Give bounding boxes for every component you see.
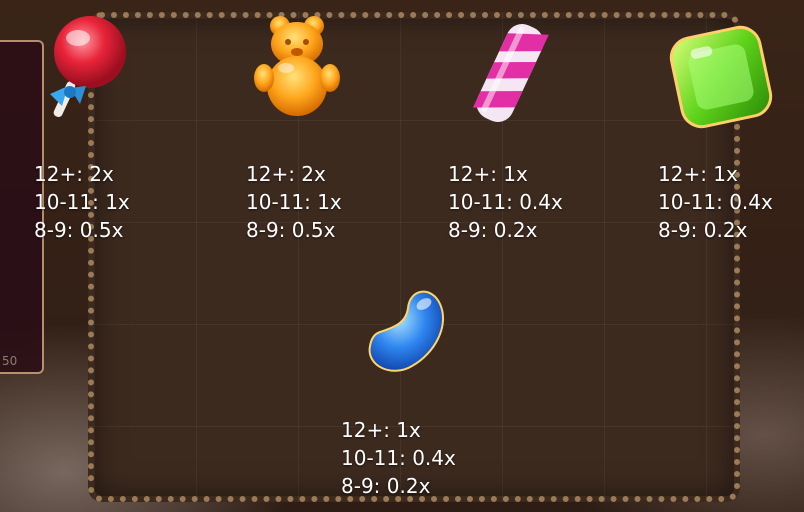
gummy-bear-paytable: 12+: 2x 10-11: 1x 8-9: 0.5x (246, 160, 342, 244)
paytable-line: 8-9: 0.5x (246, 218, 336, 242)
paytable-line: 12+: 1x (658, 162, 738, 186)
paytable-line: 12+: 2x (34, 162, 114, 186)
candy-stick-icon (455, 18, 565, 128)
paytable-line: 10-11: 0.4x (341, 446, 456, 470)
paytable-line: 10-11: 1x (246, 190, 342, 214)
green-candy-icon (666, 22, 776, 132)
paytable-line: 12+: 2x (246, 162, 326, 186)
paytable-line: 12+: 1x (341, 418, 421, 442)
paytable-line: 10-11: 1x (34, 190, 130, 214)
gummy-bear-icon (242, 12, 352, 122)
paytable-line: 8-9: 0.2x (658, 218, 748, 242)
jelly-bean-icon (352, 274, 462, 384)
paytable-line: 8-9: 0.2x (448, 218, 538, 242)
paytable-line: 8-9: 0.2x (341, 474, 431, 498)
paytable-line: 10-11: 0.4x (658, 190, 773, 214)
paytable-line: 8-9: 0.5x (34, 218, 124, 242)
paytable-line: 12+: 1x (448, 162, 528, 186)
side-panel-value: 50 (2, 354, 18, 368)
lollipop-icon (30, 10, 140, 120)
candy-stick-paytable: 12+: 1x 10-11: 0.4x 8-9: 0.2x (448, 160, 563, 244)
lollipop-paytable: 12+: 2x 10-11: 1x 8-9: 0.5x (34, 160, 130, 244)
green-candy-paytable: 12+: 1x 10-11: 0.4x 8-9: 0.2x (658, 160, 773, 244)
paytable-line: 10-11: 0.4x (448, 190, 563, 214)
jelly-bean-paytable: 12+: 1x 10-11: 0.4x 8-9: 0.2x (341, 416, 456, 500)
